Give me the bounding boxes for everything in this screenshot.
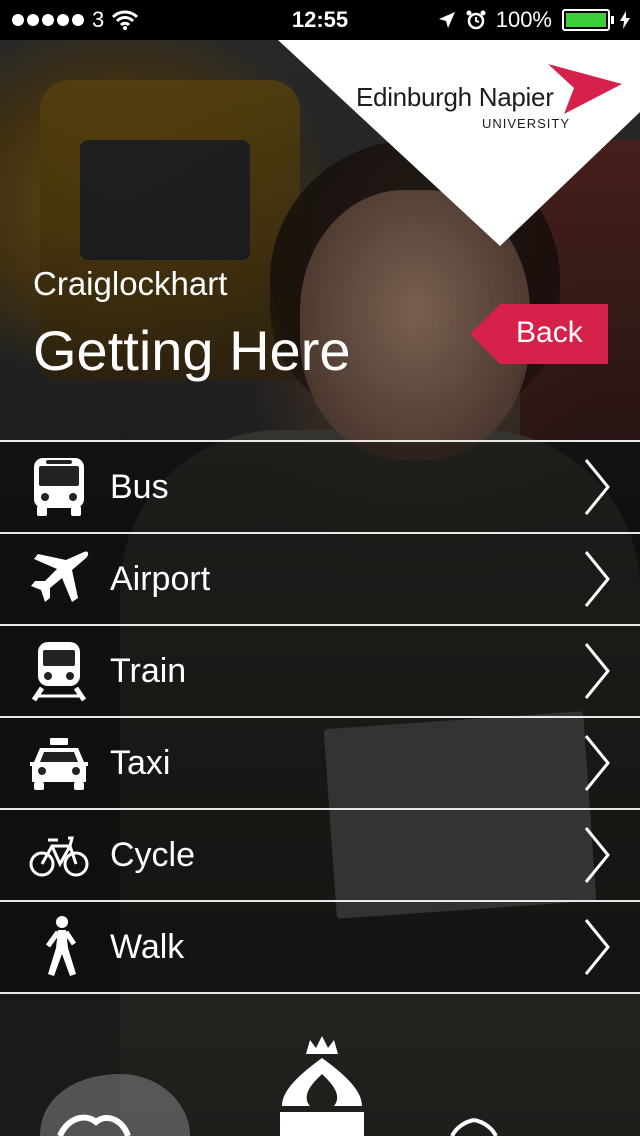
- menu-item-label: Bus: [110, 468, 169, 506]
- menu-item-bus[interactable]: Bus: [0, 440, 640, 532]
- chevron-right-icon: [584, 643, 610, 699]
- logo-name: Edinburgh Napier: [356, 82, 554, 112]
- taxi-icon: [30, 738, 88, 790]
- bus-icon: [34, 458, 84, 516]
- train-icon: [31, 642, 87, 702]
- location-arrow-icon: [438, 12, 455, 28]
- university-logo: Edinburgh Napier UNIVERSITY: [356, 82, 569, 131]
- bicycle-icon: [29, 836, 89, 877]
- menu-item-cycle[interactable]: Cycle: [0, 808, 640, 900]
- menu-item-label: Train: [110, 652, 187, 690]
- chevron-right-icon: [584, 919, 610, 975]
- transport-menu: Bus Airport Train Taxi Cycle Walk: [0, 440, 640, 994]
- battery-icon: [562, 9, 614, 31]
- menu-item-train[interactable]: Train: [0, 624, 640, 716]
- menu-item-taxi[interactable]: Taxi: [0, 716, 640, 808]
- university-logo-triangle: [278, 40, 640, 246]
- battery-percentage: 100%: [495, 7, 552, 32]
- alarm-clock-icon: [466, 10, 486, 30]
- menu-item-walk[interactable]: Walk: [0, 900, 640, 994]
- menu-item-label: Cycle: [110, 836, 196, 874]
- menu-item-label: Airport: [110, 560, 211, 598]
- chevron-right-icon: [584, 735, 610, 791]
- status-bar: 3 12:55 100%: [0, 0, 640, 40]
- laurel-emblem-icon: [450, 1118, 498, 1136]
- page-title: Getting Here: [33, 319, 351, 382]
- back-button-label: Back: [516, 316, 583, 349]
- chevron-right-icon: [584, 459, 610, 515]
- menu-item-airport[interactable]: Airport: [0, 532, 640, 624]
- crown-emblem-icon: [280, 1036, 364, 1136]
- menu-item-label: Taxi: [110, 744, 171, 782]
- chevron-right-icon: [584, 827, 610, 883]
- back-button[interactable]: Back: [470, 304, 608, 364]
- badge-emblem-icon: [40, 1074, 190, 1136]
- charging-bolt-icon: [620, 11, 630, 29]
- menu-item-label: Walk: [110, 928, 185, 966]
- walking-person-icon: [45, 916, 77, 976]
- logo-subtitle: UNIVERSITY: [482, 116, 571, 131]
- airplane-icon: [31, 551, 89, 602]
- award-emblems: [40, 1036, 498, 1136]
- campus-name: Craiglockhart: [33, 265, 228, 302]
- chevron-right-icon: [584, 551, 610, 607]
